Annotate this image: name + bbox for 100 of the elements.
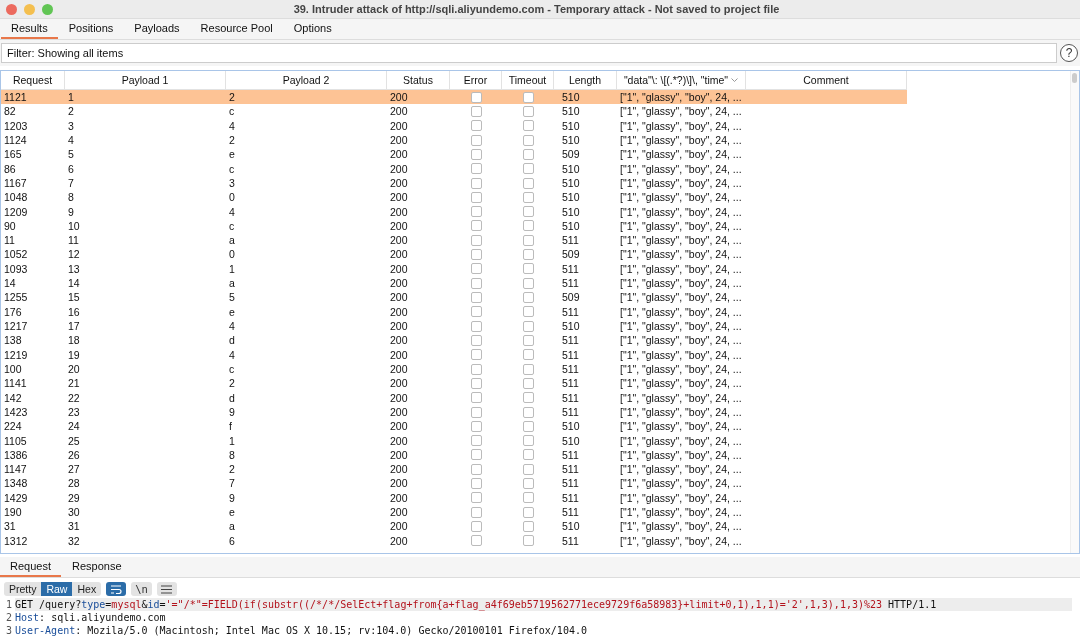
wrap-icon xyxy=(110,584,123,594)
newline-button[interactable]: \n xyxy=(131,582,152,596)
table-cell-text: 1121 xyxy=(3,90,28,105)
table-cell-text: 510 xyxy=(561,104,581,119)
view-toggle[interactable]: Hex xyxy=(72,582,102,596)
table-cell-text: 5 xyxy=(228,290,236,305)
table-cell-text: 510 xyxy=(561,204,581,219)
table-row[interactable]: 176 16 e 200 511 ["1", "glassy", "boy", 24, ... xyxy=(1,304,907,319)
maximize-button[interactable] xyxy=(42,3,53,15)
help-button[interactable]: ? xyxy=(1060,44,1078,62)
table-cell-text: 28 xyxy=(67,476,81,491)
table-row[interactable]: 1093 13 1 200 511 ["1", "glassy", "boy", 24, ... xyxy=(1,261,907,277)
table-cell-text: ["1", "glassy", "boy", 24, ... xyxy=(619,104,743,119)
table-cell-text: 200 xyxy=(389,261,409,277)
table-cell-text: 510 xyxy=(561,175,581,191)
table-row[interactable]: 82 2 c 200 510 ["1", "glassy", "boy", 24, ... xyxy=(1,104,907,119)
table-row[interactable]: 1147 27 2 200 511 ["1", "glassy", "boy", 24, ... xyxy=(1,462,907,477)
table-cell-text: 1255 xyxy=(3,290,29,305)
table-cell-text: 24 xyxy=(67,419,81,434)
scrollbar-thumb[interactable] xyxy=(1072,73,1077,83)
table-cell-text: 11 xyxy=(67,233,80,248)
table-cell-text: 510 xyxy=(561,319,581,334)
table-row[interactable]: 1423 23 9 200 511 ["1", "glassy", "boy", 24, ... xyxy=(1,404,907,420)
table-cell-text: 511 xyxy=(561,233,580,248)
table-cell-text: 510 xyxy=(561,161,581,176)
table-row[interactable]: 1348 28 7 200 511 ["1", "glassy", "boy", 24, ... xyxy=(1,476,907,491)
table-cell-text: d xyxy=(228,333,236,348)
table-cell-text: d xyxy=(228,390,236,405)
table-row[interactable]: 1048 8 0 200 510 ["1", "glassy", "boy", 24, ... xyxy=(1,190,907,205)
table-row[interactable]: 1121 1 2 200 510 ["1", "glassy", "boy", 24, ... xyxy=(1,90,907,105)
table-cell-text: 1209 xyxy=(3,204,29,219)
table-cell-text: 200 xyxy=(389,204,409,219)
table-row[interactable]: 1312 32 6 200 511 ["1", "glassy", "boy", 24, ... xyxy=(1,533,907,548)
table-cell-text: 1141 xyxy=(3,376,28,391)
table-cell-text: 200 xyxy=(389,361,409,377)
chevron-icon xyxy=(731,77,739,83)
tab[interactable]: Response xyxy=(62,557,132,577)
table-cell-text: 200 xyxy=(389,404,409,420)
table-row[interactable]: 1105 25 1 200 510 ["1", "glassy", "boy", 24, ... xyxy=(1,433,907,448)
table-cell-text: 511 xyxy=(561,533,580,548)
table-cell-text: 2 xyxy=(228,90,236,105)
table-row[interactable]: 90 10 c 200 510 ["1", "glassy", "boy", 24, ... xyxy=(1,218,907,234)
table-row[interactable]: 1167 7 3 200 510 ["1", "glassy", "boy", 24, ... xyxy=(1,175,907,191)
table-row[interactable]: 11 11 a 200 511 ["1", "glassy", "boy", 24, ... xyxy=(1,233,907,248)
table-cell-text: 511 xyxy=(561,447,580,463)
table-cell-text: 15 xyxy=(67,290,81,305)
table-cell-text: 224 xyxy=(3,419,23,434)
view-toggle[interactable]: Raw xyxy=(41,582,73,596)
table-cell-text: 29 xyxy=(67,490,81,506)
table-row[interactable]: 14 14 a 200 511 ["1", "glassy", "boy", 24, ... xyxy=(1,276,907,291)
table-row[interactable]: 1209 9 4 200 510 ["1", "glassy", "boy", 24, ... xyxy=(1,204,907,219)
table-cell-text: 510 xyxy=(561,419,581,434)
filter-bar[interactable]: Filter: Showing all items xyxy=(1,43,1057,63)
table-row[interactable]: 1141 21 2 200 511 ["1", "glassy", "boy", 24, ... xyxy=(1,376,907,391)
table-cell-text: 200 xyxy=(389,247,409,262)
wrap-button[interactable] xyxy=(106,582,127,596)
table-row[interactable]: 138 18 d 200 511 ["1", "glassy", "boy", 24, ... xyxy=(1,333,907,348)
menu-button[interactable] xyxy=(156,582,177,596)
table-row[interactable]: 31 31 a 200 510 ["1", "glassy", "boy", 24, ... xyxy=(1,519,907,534)
table-cell-text: 200 xyxy=(389,419,409,434)
line-number: 1 xyxy=(4,598,13,611)
table-row[interactable]: 1386 26 8 200 511 ["1", "glassy", "boy", 24, ... xyxy=(1,447,907,463)
table-row[interactable]: 1124 4 2 200 510 ["1", "glassy", "boy", 24, ... xyxy=(1,132,907,148)
table-row[interactable]: 1203 3 4 200 510 ["1", "glassy", "boy", 24, ... xyxy=(1,118,907,133)
table-cell-text: 1124 xyxy=(3,132,28,148)
table-row[interactable]: 100 20 c 200 511 ["1", "glassy", "boy", 24, ... xyxy=(1,361,907,377)
tab[interactable]: Payloads xyxy=(124,19,190,39)
table-cell-text: 4 xyxy=(228,319,236,334)
table-cell-text: 200 xyxy=(389,190,409,205)
table-cell-text: ["1", "glassy", "boy", 24, ... xyxy=(619,505,743,520)
tab[interactable]: Options xyxy=(283,19,342,39)
table-row[interactable]: 1255 15 5 200 509 ["1", "glassy", "boy", 24, ... xyxy=(1,290,907,305)
table-row[interactable]: 165 5 e 200 509 ["1", "glassy", "boy", 24, ... xyxy=(1,147,907,162)
table-cell-text: 510 xyxy=(561,90,581,105)
table-row[interactable]: 224 24 f 200 510 ["1", "glassy", "boy", 24, ... xyxy=(1,419,907,434)
table-cell-text: 200 xyxy=(389,233,409,248)
tab[interactable]: Request xyxy=(0,557,61,577)
table-cell-text: 25 xyxy=(67,433,81,448)
table-row[interactable]: 1217 17 4 200 510 ["1", "glassy", "boy", 24, ... xyxy=(1,319,907,334)
table-cell-text: 1429 xyxy=(3,490,29,506)
table-cell-text: ["1", "glassy", "boy", 24, ... xyxy=(619,476,743,491)
table-row[interactable]: 86 6 c 200 510 ["1", "glassy", "boy", 24, ... xyxy=(1,161,907,176)
view-toggle[interactable]: Pretty xyxy=(4,582,42,596)
tab[interactable]: Resource Pool xyxy=(190,19,283,39)
table-row[interactable]: 1219 19 4 200 511 ["1", "glassy", "boy", 24, ... xyxy=(1,347,907,362)
table-row[interactable]: 1429 29 9 200 511 ["1", "glassy", "boy", 24, ... xyxy=(1,490,907,506)
table-row[interactable]: 1052 12 0 200 509 ["1", "glassy", "boy", 24, ... xyxy=(1,247,907,262)
table-row[interactable]: 142 22 d 200 511 ["1", "glassy", "boy", 24, ... xyxy=(1,390,907,405)
tab[interactable]: Positions xyxy=(58,19,124,39)
table-cell-text: 511 xyxy=(561,462,580,477)
table-cell-text: 7 xyxy=(228,476,236,491)
table-cell-text: ["1", "glassy", "boy", 24, ... xyxy=(619,433,743,448)
close-button[interactable] xyxy=(6,3,17,15)
table-row[interactable]: 190 30 e 200 511 ["1", "glassy", "boy", 24, ... xyxy=(1,505,907,520)
table-cell-text: 1217 xyxy=(3,319,29,334)
table-cell-text: ["1", "glassy", "boy", 24, ... xyxy=(619,333,743,348)
table-cell-text: 200 xyxy=(389,175,409,191)
minimize-button[interactable] xyxy=(24,3,35,15)
table-cell-text: 200 xyxy=(389,490,409,506)
table-cell-text: c xyxy=(228,161,236,176)
